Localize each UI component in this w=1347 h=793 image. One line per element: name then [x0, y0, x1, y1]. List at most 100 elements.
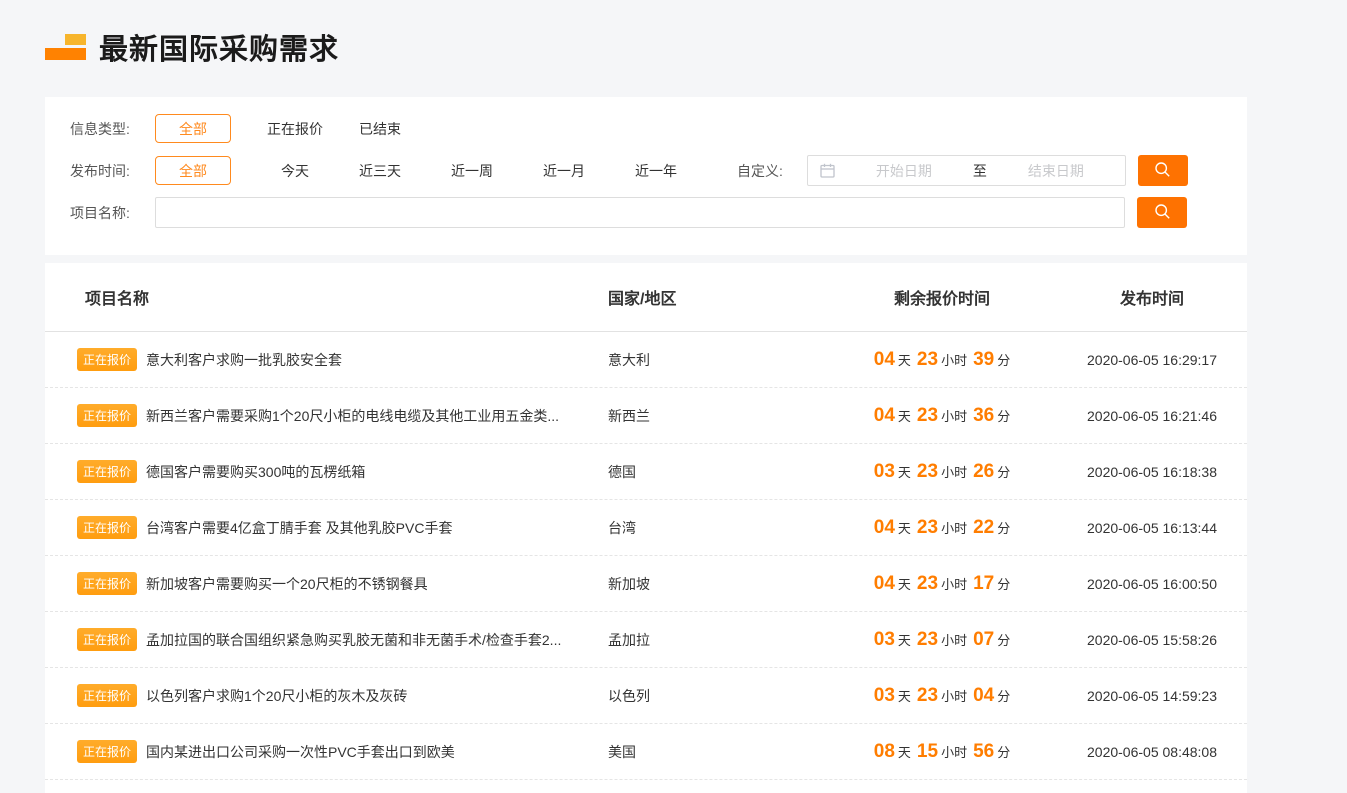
- status-badge: 正在报价: [77, 684, 137, 707]
- row-project-title[interactable]: 新加坡客户需要购买一个20尺柜的不锈钢餐具: [146, 574, 428, 594]
- remaining-minutes: 56: [973, 741, 994, 762]
- info-type-option-ended[interactable]: 已结束: [359, 119, 401, 139]
- page-header: 最新国际采购需求: [45, 26, 339, 68]
- page-title: 最新国际采购需求: [99, 26, 339, 68]
- date-range-separator: 至: [973, 161, 987, 181]
- hour-unit-label: 小时: [941, 577, 967, 592]
- table-header: 项目名称 国家/地区 剩余报价时间 发布时间: [45, 263, 1247, 332]
- day-unit-label: 天: [898, 353, 911, 368]
- row-country: 以色列: [607, 686, 827, 706]
- section-marker-icon: [45, 34, 86, 61]
- row-project-title[interactable]: 德国客户需要购买300吨的瓦楞纸箱: [146, 462, 365, 482]
- demand-table: 项目名称 国家/地区 剩余报价时间 发布时间 正在报价 意大利客户求购一批乳胶安…: [45, 263, 1247, 793]
- table-row[interactable]: 正在报价 新西兰客户需要采购1个20尺小柜的电线电缆及其他工业用五金类... 新…: [45, 388, 1247, 444]
- row-publish-time: 2020-06-05 15:58:26: [1057, 632, 1247, 648]
- table-row[interactable]: 正在报价 意大利客户求购一批乳胶安全套 意大利 04天23小时39分 2020-…: [45, 332, 1247, 388]
- publish-time-option-month[interactable]: 近一月: [543, 161, 585, 181]
- header-country: 国家/地区: [607, 285, 827, 309]
- row-publish-time: 2020-06-05 14:59:23: [1057, 688, 1247, 704]
- status-badge: 正在报价: [77, 404, 137, 427]
- table-row[interactable]: 正在报价 台湾客户需要4亿盒丁腈手套 及其他乳胶PVC手套 台湾 04天23小时…: [45, 500, 1247, 556]
- publish-time-option-week[interactable]: 近一周: [451, 161, 493, 181]
- search-icon: [1154, 203, 1171, 223]
- date-range-input[interactable]: 开始日期 至 结束日期: [807, 155, 1126, 186]
- minute-unit-label: 分: [997, 745, 1010, 760]
- minute-unit-label: 分: [997, 353, 1010, 368]
- info-type-option-all[interactable]: 全部: [155, 114, 231, 143]
- end-date-placeholder[interactable]: 结束日期: [987, 161, 1125, 181]
- row-project-title[interactable]: 意大利客户求购一批乳胶安全套: [146, 350, 342, 370]
- remaining-days: 04: [874, 517, 895, 538]
- custom-range-label: 自定义:: [737, 161, 783, 181]
- header-remaining-time: 剩余报价时间: [827, 285, 1057, 309]
- hour-unit-label: 小时: [941, 521, 967, 536]
- table-row[interactable]: 正在报价 新加坡客户需要购买一个20尺柜的不锈钢餐具 新加坡 04天23小时17…: [45, 556, 1247, 612]
- row-country: 德国: [607, 462, 827, 482]
- remaining-hours: 23: [917, 349, 938, 370]
- remaining-hours: 23: [917, 573, 938, 594]
- minute-unit-label: 分: [997, 521, 1010, 536]
- day-unit-label: 天: [898, 633, 911, 648]
- table-row[interactable]: 正在报价 德国客户需要购买300吨的瓦楞纸箱 德国 03天23小时26分 202…: [45, 444, 1247, 500]
- project-search-button[interactable]: [1137, 197, 1187, 228]
- remaining-days: 04: [874, 405, 895, 426]
- remaining-hours: 23: [917, 461, 938, 482]
- hour-unit-label: 小时: [941, 633, 967, 648]
- row-publish-time: 2020-06-05 16:29:17: [1057, 352, 1247, 368]
- row-publish-time: 2020-06-05 16:00:50: [1057, 576, 1247, 592]
- status-badge: 正在报价: [77, 460, 137, 483]
- remaining-days: 04: [874, 349, 895, 370]
- row-country: 意大利: [607, 350, 827, 370]
- hour-unit-label: 小时: [941, 689, 967, 704]
- status-badge: 正在报价: [77, 740, 137, 763]
- info-type-option-quoting[interactable]: 正在报价: [267, 119, 323, 139]
- status-badge: 正在报价: [77, 628, 137, 651]
- hour-unit-label: 小时: [941, 353, 967, 368]
- row-publish-time: 2020-06-05 08:48:08: [1057, 744, 1247, 760]
- row-project-title[interactable]: 孟加拉国的联合国组织紧急购买乳胶无菌和非无菌手术/检查手套2...: [146, 630, 561, 650]
- day-unit-label: 天: [898, 689, 911, 704]
- table-body: 正在报价 意大利客户求购一批乳胶安全套 意大利 04天23小时39分 2020-…: [45, 332, 1247, 780]
- remaining-minutes: 07: [973, 629, 994, 650]
- minute-unit-label: 分: [997, 689, 1010, 704]
- publish-time-option-3days[interactable]: 近三天: [359, 161, 401, 181]
- remaining-minutes: 22: [973, 517, 994, 538]
- row-publish-time: 2020-06-05 16:13:44: [1057, 520, 1247, 536]
- row-project-title[interactable]: 国内某进出口公司采购一次性PVC手套出口到欧美: [146, 742, 455, 762]
- day-unit-label: 天: [898, 745, 911, 760]
- start-date-placeholder[interactable]: 开始日期: [835, 161, 973, 181]
- hour-unit-label: 小时: [941, 745, 967, 760]
- remaining-days: 03: [874, 629, 895, 650]
- header-publish-time: 发布时间: [1057, 285, 1247, 309]
- publish-time-option-today[interactable]: 今天: [281, 161, 309, 181]
- row-remaining-time: 03天23小时04分: [827, 685, 1057, 707]
- day-unit-label: 天: [898, 521, 911, 536]
- row-country: 孟加拉: [607, 630, 827, 650]
- row-publish-time: 2020-06-05 16:18:38: [1057, 464, 1247, 480]
- table-row[interactable]: 正在报价 以色列客户求购1个20尺小柜的灰木及灰砖 以色列 03天23小时04分…: [45, 668, 1247, 724]
- filter-row-info-type: 信息类型: 全部 正在报价 已结束: [70, 113, 1247, 144]
- remaining-hours: 23: [917, 629, 938, 650]
- row-project-title[interactable]: 以色列客户求购1个20尺小柜的灰木及灰砖: [146, 686, 407, 706]
- table-row[interactable]: 正在报价 孟加拉国的联合国组织紧急购买乳胶无菌和非无菌手术/检查手套2... 孟…: [45, 612, 1247, 668]
- filter-row-project-name: 项目名称:: [70, 197, 1247, 228]
- minute-unit-label: 分: [997, 465, 1010, 480]
- project-name-label: 项目名称:: [70, 203, 155, 223]
- status-badge: 正在报价: [77, 348, 137, 371]
- publish-time-option-all[interactable]: 全部: [155, 156, 231, 185]
- date-search-button[interactable]: [1138, 155, 1188, 186]
- row-remaining-time: 03天23小时26分: [827, 461, 1057, 483]
- remaining-days: 08: [874, 741, 895, 762]
- row-project-title[interactable]: 新西兰客户需要采购1个20尺小柜的电线电缆及其他工业用五金类...: [146, 406, 559, 426]
- publish-time-option-year[interactable]: 近一年: [635, 161, 677, 181]
- row-remaining-time: 03天23小时07分: [827, 629, 1057, 651]
- remaining-minutes: 17: [973, 573, 994, 594]
- remaining-days: 03: [874, 685, 895, 706]
- status-badge: 正在报价: [77, 572, 137, 595]
- project-name-input[interactable]: [155, 197, 1125, 228]
- table-row[interactable]: 正在报价 国内某进出口公司采购一次性PVC手套出口到欧美 美国 08天15小时5…: [45, 724, 1247, 780]
- row-project-title[interactable]: 台湾客户需要4亿盒丁腈手套 及其他乳胶PVC手套: [146, 518, 452, 538]
- remaining-hours: 23: [917, 685, 938, 706]
- remaining-days: 04: [874, 573, 895, 594]
- remaining-minutes: 26: [973, 461, 994, 482]
